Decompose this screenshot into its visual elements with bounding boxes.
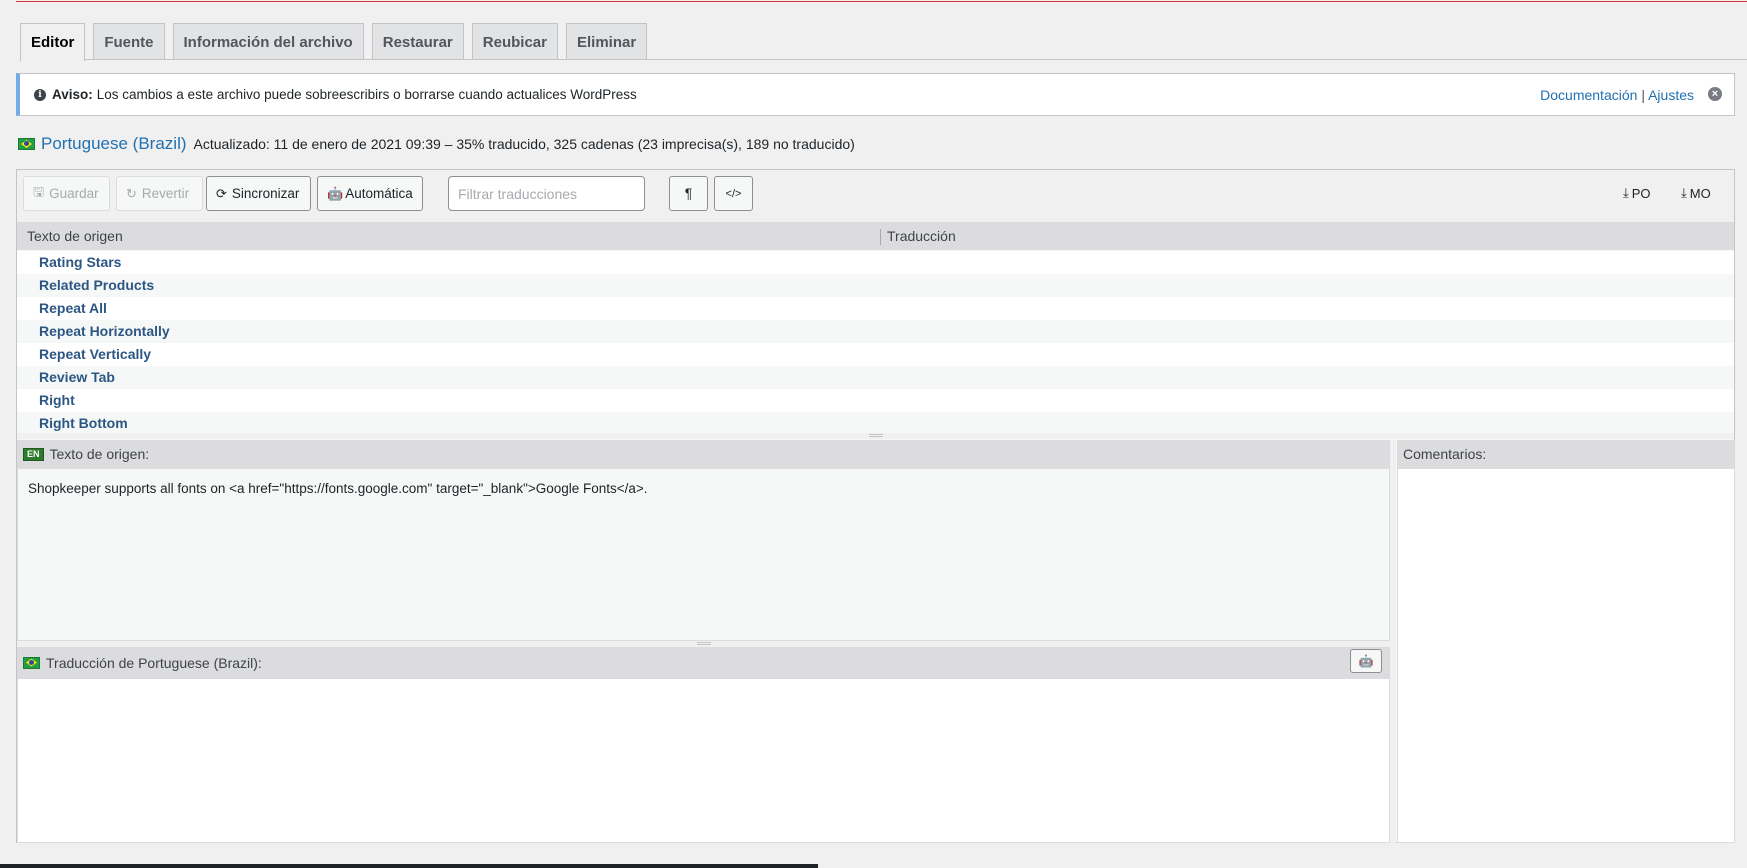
notice-links: Documentación | Ajustes: [1540, 87, 1694, 103]
column-resize-handle[interactable]: [880, 229, 881, 245]
list-item[interactable]: Right Bottom: [17, 412, 1734, 433]
top-error-border: [16, 0, 1747, 2]
list-item[interactable]: Related Products: [17, 274, 1734, 297]
download-mo-button[interactable]: ⤓ MO: [1681, 185, 1711, 201]
list-item[interactable]: Right: [17, 389, 1734, 412]
robot-icon[interactable]: 🤖: [1350, 649, 1382, 673]
tab-file-info[interactable]: Información del archivo: [172, 23, 364, 60]
source-text: Shopkeeper supports all fonts on <a href…: [28, 481, 648, 496]
list-item[interactable]: Repeat All: [17, 297, 1734, 320]
list-resize-splitter[interactable]: [17, 433, 1734, 439]
notice-text: Los cambios a este archivo puede sobrees…: [96, 87, 637, 102]
vertical-resize-splitter[interactable]: [1390, 440, 1396, 843]
tabs-divider: [20, 59, 1747, 60]
notice-label: Aviso:: [52, 87, 93, 102]
source-text-area: Shopkeeper supports all fonts on <a href…: [17, 468, 1390, 641]
language-meta: Actualizado: 11 de enero de 2021 09:39 –…: [193, 136, 855, 152]
code-icon: </>: [725, 187, 742, 200]
translation-column-header[interactable]: Traducción: [887, 228, 956, 244]
translation-editor: 🖫 Guardar ↻ Revertir ⟳ Sincronizar 🤖 Aut…: [16, 169, 1735, 843]
grip-handle: [869, 434, 883, 437]
save-icon: 🖫: [33, 183, 45, 199]
tab-editor[interactable]: Editor: [20, 23, 86, 61]
download-po-button[interactable]: ⤓ PO: [1623, 185, 1651, 201]
documentation-link[interactable]: Documentación: [1540, 87, 1637, 103]
filter-input[interactable]: [448, 176, 645, 211]
translation-textarea[interactable]: [17, 678, 1390, 843]
source-pane-label: Texto de origen:: [49, 446, 150, 462]
language-name[interactable]: Portuguese (Brazil): [41, 134, 187, 154]
revert-icon: ↻: [126, 185, 137, 201]
language-header: Portuguese (Brazil) Actualizado: 11 de e…: [18, 134, 855, 154]
sync-icon: ⟳: [216, 185, 227, 201]
brazil-flag-icon: [18, 138, 35, 150]
download-icon: ⤓: [1681, 185, 1687, 200]
comments-label: Comentarios:: [1403, 446, 1487, 462]
save-button[interactable]: 🖫 Guardar: [23, 176, 110, 211]
bottom-bar: [0, 864, 818, 868]
source-pane-header: EN Texto de origen:: [17, 440, 1390, 468]
grip-handle: [697, 642, 711, 645]
tab-fuente[interactable]: Fuente: [93, 23, 165, 60]
english-flag-icon: EN: [23, 447, 44, 461]
settings-link[interactable]: Ajustes: [1648, 87, 1694, 103]
download-icon: ⤓: [1623, 185, 1629, 200]
tab-bar: Editor Fuente Información del archivo Re…: [20, 23, 648, 61]
list-item[interactable]: Repeat Vertically: [17, 343, 1734, 366]
source-column-header[interactable]: Texto de origen: [27, 228, 123, 244]
translation-pane-label: Traducción de Portuguese (Brazil):: [46, 654, 262, 671]
list-item[interactable]: Rating Stars: [17, 251, 1734, 274]
comments-pane-header: Comentarios:: [1397, 440, 1735, 468]
list-item[interactable]: Review Tab: [17, 366, 1734, 389]
tab-delete[interactable]: Eliminar: [565, 23, 648, 60]
editor-toolbar: 🖫 Guardar ↻ Revertir ⟳ Sincronizar 🤖 Aut…: [17, 170, 1734, 222]
close-icon[interactable]: ×: [1708, 87, 1722, 101]
info-icon: i: [34, 88, 46, 101]
pilcrow-icon: ¶: [684, 186, 693, 201]
strings-list: Rating Stars Related Products Repeat All…: [17, 251, 1734, 433]
revert-button[interactable]: ↻ Revertir: [116, 176, 203, 211]
sync-button[interactable]: ⟳ Sincronizar: [206, 176, 311, 211]
comments-textarea[interactable]: [1397, 468, 1735, 843]
list-item[interactable]: Repeat Horizontally: [17, 320, 1734, 343]
strings-list-header: Texto de origen Traducción: [17, 222, 1734, 250]
tab-restore[interactable]: Restaurar: [371, 23, 464, 60]
auto-translate-button[interactable]: 🤖 Automática: [317, 176, 423, 211]
tab-relocate[interactable]: Reubicar: [471, 23, 558, 60]
brazil-flag-icon: [23, 656, 40, 669]
robot-icon: 🤖: [327, 185, 344, 201]
invisibles-toggle-button[interactable]: ¶: [669, 176, 708, 211]
link-divider: |: [1641, 87, 1645, 103]
code-view-button[interactable]: </>: [714, 176, 753, 211]
notice-banner: i Aviso: Los cambios a este archivo pued…: [16, 73, 1735, 116]
translation-pane-header: Traducción de Portuguese (Brazil): 🤖: [17, 647, 1390, 678]
